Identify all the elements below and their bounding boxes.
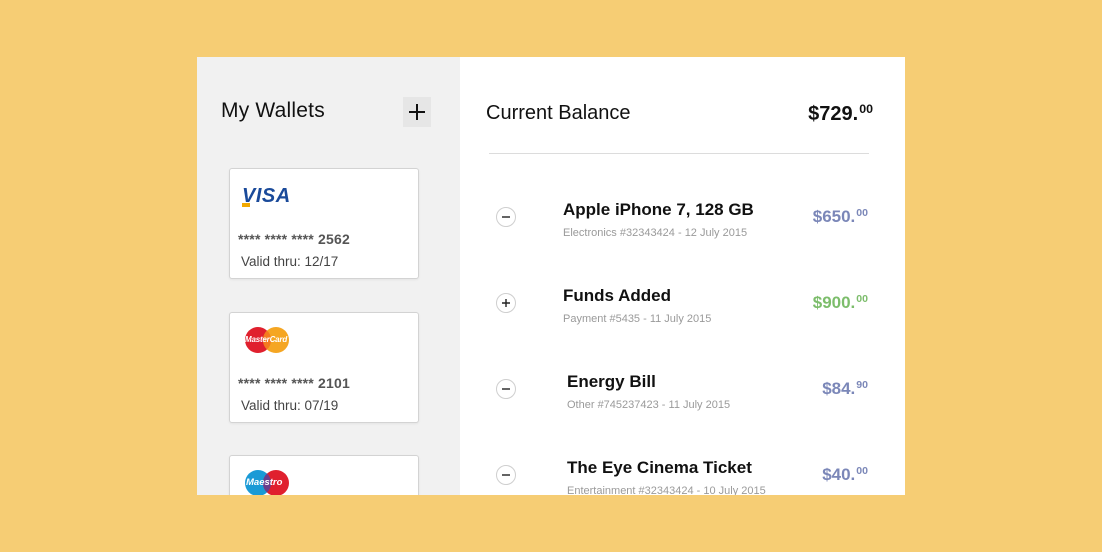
- balance-panel: Current Balance $729.00 Apple iPhone 7, …: [460, 57, 905, 495]
- transaction-row[interactable]: The Eye Cinema Ticket Entertainment #323…: [460, 455, 905, 495]
- transaction-meta: Payment #5435 - 11 July 2015: [563, 313, 712, 325]
- amount-cents: 90: [856, 379, 868, 392]
- amount-main: $900.: [812, 293, 856, 312]
- amount-cents: 00: [856, 207, 868, 220]
- wallet-card-mastercard[interactable]: MasterCard **** **** **** 2101 Valid thr…: [229, 312, 419, 423]
- transaction-amount: $84.90: [822, 379, 868, 399]
- maestro-logo-icon: Maestro: [243, 469, 291, 495]
- mastercard-logo-text: MasterCard: [245, 335, 288, 344]
- transaction-amount: $40.00: [822, 465, 868, 485]
- transaction-amount: $900.00: [813, 293, 868, 313]
- plus-icon: [409, 104, 425, 120]
- transaction-title: Funds Added: [563, 286, 671, 305]
- amount-main: $84.: [822, 379, 856, 398]
- maestro-logo-text: Maestro: [246, 477, 283, 488]
- amount-cents: 00: [856, 465, 868, 478]
- current-balance-label: Current Balance: [486, 102, 631, 124]
- expand-transaction-button[interactable]: [496, 293, 516, 313]
- balance-amount-cents: 00: [859, 102, 873, 116]
- card-number: **** **** **** 2101: [238, 375, 350, 391]
- balance-amount-main: $729.: [808, 102, 859, 125]
- amount-main: $650.: [812, 207, 856, 226]
- transaction-row[interactable]: Energy Bill Other #745237423 - 11 July 2…: [460, 369, 905, 429]
- minus-icon: [502, 216, 510, 218]
- transaction-title: Apple iPhone 7, 128 GB: [563, 200, 754, 219]
- amount-main: $40.: [822, 465, 856, 484]
- collapse-transaction-button[interactable]: [496, 379, 516, 399]
- transaction-meta: Other #745237423 - 11 July 2015: [567, 399, 731, 411]
- visa-accent-mark: [242, 203, 250, 207]
- transaction-title: Energy Bill: [567, 372, 656, 391]
- wallet-card-visa[interactable]: VISA **** **** **** 2562 Valid thru: 12/…: [229, 168, 419, 279]
- transaction-row[interactable]: Funds Added Payment #5435 - 11 July 2015…: [460, 283, 905, 343]
- wallet-card-maestro[interactable]: Maestro: [229, 455, 419, 495]
- transaction-meta: Electronics #32343424 - 12 July 2015: [563, 227, 748, 239]
- card-valid-thru: Valid thru: 12/17: [241, 254, 339, 269]
- amount-cents: 00: [856, 293, 868, 306]
- plus-icon: [502, 299, 510, 307]
- transaction-meta: Entertainment #32343424 - 10 July 2015: [567, 485, 766, 495]
- add-wallet-button[interactable]: [403, 97, 431, 127]
- minus-icon: [502, 474, 510, 476]
- transaction-row[interactable]: Apple iPhone 7, 128 GB Electronics #3234…: [460, 197, 905, 257]
- wallet-app: My Wallets VISA **** **** **** 2562 Vali…: [197, 57, 905, 495]
- card-number: **** **** **** 2562: [238, 231, 350, 247]
- transaction-title: The Eye Cinema Ticket: [567, 458, 752, 477]
- collapse-transaction-button[interactable]: [496, 207, 516, 227]
- wallets-title: My Wallets: [221, 99, 325, 122]
- transaction-amount: $650.00: [813, 207, 868, 227]
- collapse-transaction-button[interactable]: [496, 465, 516, 485]
- card-valid-thru: Valid thru: 07/19: [241, 398, 339, 413]
- wallets-sidebar: My Wallets VISA **** **** **** 2562 Vali…: [197, 57, 460, 495]
- minus-icon: [502, 388, 510, 390]
- mastercard-logo-icon: MasterCard: [243, 326, 291, 359]
- balance-divider: [489, 153, 869, 154]
- current-balance-amount: $729.00: [808, 102, 873, 126]
